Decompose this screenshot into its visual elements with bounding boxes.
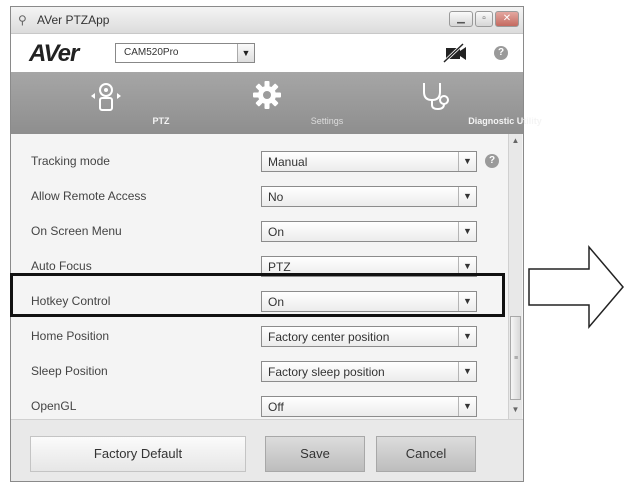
setting-row-allow-remote-access: Allow Remote Access No ▼ bbox=[11, 179, 507, 213]
gear-icon bbox=[253, 81, 281, 109]
app-window: ⚲ AVer PTZApp ▁ ▫ ✕ AVer CAM520Pro ▼ ? P… bbox=[10, 6, 542, 482]
cancel-button[interactable]: Cancel bbox=[376, 436, 476, 472]
camera-muted-icon[interactable] bbox=[441, 42, 467, 64]
grip-icon: ≡ bbox=[514, 355, 519, 362]
setting-row-home-position: Home Position Factory center position ▼ bbox=[11, 319, 507, 353]
select-value: On bbox=[268, 225, 285, 239]
home-position-select[interactable]: Factory center position ▼ bbox=[261, 326, 477, 347]
app-header: AVer CAM520Pro ▼ ? bbox=[11, 34, 523, 72]
close-button[interactable]: ✕ bbox=[495, 11, 519, 27]
setting-label: On Screen Menu bbox=[31, 224, 122, 238]
setting-row-opengl: OpenGL Off ▼ bbox=[11, 389, 507, 423]
chevron-down-icon: ▼ bbox=[458, 152, 476, 171]
chevron-down-icon: ▼ bbox=[458, 327, 476, 346]
scrollbar-thumb[interactable]: ≡ bbox=[510, 316, 521, 400]
allow-remote-access-select[interactable]: No ▼ bbox=[261, 186, 477, 207]
close-icon: ✕ bbox=[502, 13, 512, 24]
select-value: Factory center position bbox=[268, 330, 390, 344]
camera-select[interactable]: CAM520Pro ▼ bbox=[115, 43, 255, 63]
select-value: PTZ bbox=[268, 260, 291, 274]
chevron-down-icon: ▼ bbox=[458, 187, 476, 206]
help-icon[interactable]: ? bbox=[494, 46, 508, 60]
minimize-button[interactable]: ▁ bbox=[449, 11, 473, 27]
arrow-right-icon bbox=[528, 244, 624, 330]
tab-diagnostic-utility-label: Diagnostic Utility bbox=[468, 116, 542, 126]
scroll-up-icon[interactable]: ▲ bbox=[509, 136, 522, 148]
factory-default-button[interactable]: Factory Default bbox=[30, 436, 246, 472]
tab-ptz-label: PTZ bbox=[152, 116, 170, 126]
opengl-select[interactable]: Off ▼ bbox=[261, 396, 477, 417]
chevron-down-icon: ▼ bbox=[458, 222, 476, 241]
setting-label: Sleep Position bbox=[31, 364, 108, 378]
footer-bar: Factory Default Save Cancel bbox=[11, 419, 523, 481]
tab-diagnostic-utility[interactable]: Diagnostic Utility bbox=[365, 72, 542, 134]
setting-row-tracking-mode: Tracking mode Manual ▼ ? bbox=[11, 144, 507, 178]
camera-app-icon: ⚲ bbox=[18, 13, 27, 27]
select-value: No bbox=[268, 190, 284, 204]
setting-label: Auto Focus bbox=[31, 259, 92, 273]
setting-label: Tracking mode bbox=[31, 154, 110, 168]
setting-label: OpenGL bbox=[31, 399, 77, 413]
maximize-button[interactable]: ▫ bbox=[475, 11, 493, 27]
minimize-icon: ▁ bbox=[457, 13, 465, 24]
tracking-mode-select[interactable]: Manual ▼ bbox=[261, 151, 477, 172]
setting-row-on-screen-menu: On Screen Menu On ▼ bbox=[11, 214, 507, 248]
select-value: Off bbox=[268, 400, 284, 414]
aver-logo: AVer bbox=[29, 40, 79, 67]
tab-ptz[interactable]: PTZ bbox=[51, 72, 170, 134]
select-value: Factory sleep position bbox=[268, 365, 385, 379]
setting-row-sleep-position: Sleep Position Factory sleep position ▼ bbox=[11, 354, 507, 388]
chevron-down-icon: ▼ bbox=[237, 44, 254, 62]
on-screen-menu-select[interactable]: On ▼ bbox=[261, 221, 477, 242]
setting-label: Allow Remote Access bbox=[31, 189, 147, 203]
setting-label: Home Position bbox=[31, 329, 110, 343]
maximize-icon: ▫ bbox=[482, 13, 486, 24]
hotkey-control-highlight bbox=[10, 273, 505, 317]
ptz-icon bbox=[91, 83, 121, 111]
tab-settings[interactable]: Settings bbox=[207, 72, 343, 134]
stethoscope-icon bbox=[423, 83, 449, 111]
sleep-position-select[interactable]: Factory sleep position ▼ bbox=[261, 361, 477, 382]
window-title: AVer PTZApp bbox=[37, 13, 110, 27]
save-button[interactable]: Save bbox=[265, 436, 365, 472]
chevron-down-icon: ▼ bbox=[458, 397, 476, 416]
select-value: Manual bbox=[268, 155, 308, 169]
tab-bar: PTZ Settings Diagnostic Utility bbox=[11, 72, 542, 134]
title-bar[interactable]: ⚲ AVer PTZApp ▁ ▫ ✕ bbox=[11, 7, 523, 34]
scroll-down-icon[interactable]: ▼ bbox=[509, 405, 522, 417]
settings-scrollbar[interactable]: ▲ ≡ ▼ bbox=[508, 134, 522, 419]
help-icon[interactable]: ? bbox=[485, 154, 499, 168]
chevron-down-icon: ▼ bbox=[458, 362, 476, 381]
camera-select-value: CAM520Pro bbox=[124, 47, 179, 58]
